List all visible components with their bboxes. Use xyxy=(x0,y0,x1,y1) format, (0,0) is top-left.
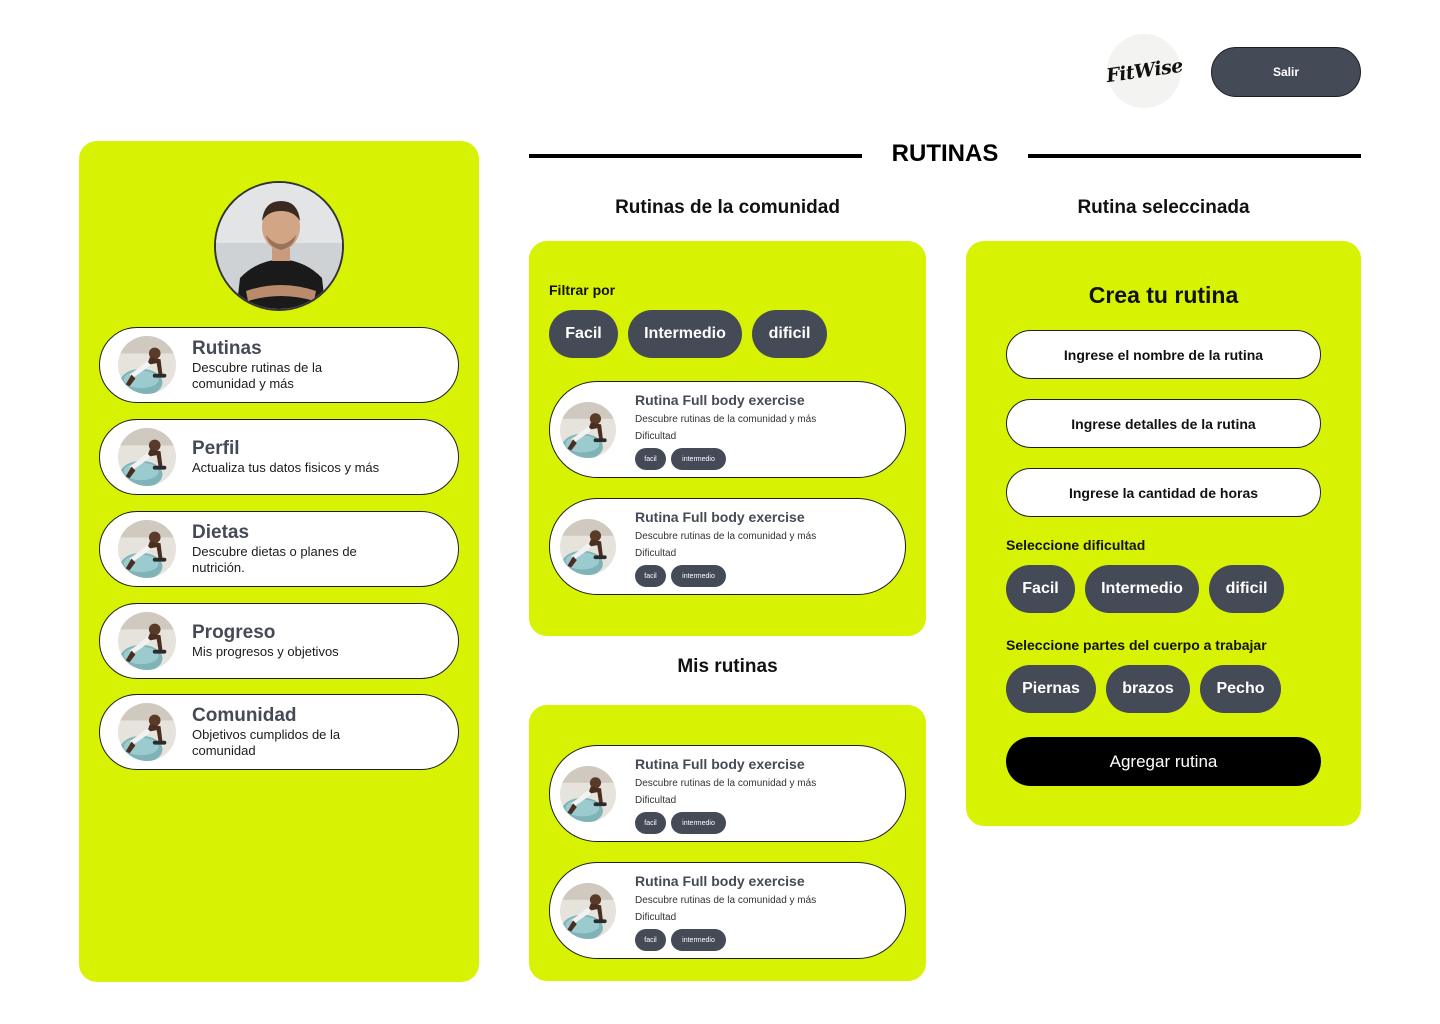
tag-intermedio[interactable]: intermedio xyxy=(671,929,726,951)
routine-difficulty-label: Dificultad xyxy=(635,548,677,559)
routine-title: Rutina Full body exercise xyxy=(635,756,805,772)
sidebar-item-desc: Descubre dietas o planes de nutrición. xyxy=(192,544,357,575)
selected-routine-title: Rutina seleccinada xyxy=(1077,197,1250,218)
workout-image xyxy=(118,336,176,394)
workout-image xyxy=(560,766,616,822)
filter-facil-chip[interactable]: Facil xyxy=(549,310,618,358)
routine-difficulty-label: Dificultad xyxy=(635,912,677,923)
workout-image xyxy=(118,703,176,761)
create-routine-heading: Crea tu rutina xyxy=(1088,282,1239,308)
routine-desc: Descubre rutinas de la comunidad y más xyxy=(635,895,817,906)
routine-desc: Descubre rutinas de la comunidad y más xyxy=(635,531,817,542)
sidebar-item-title: Rutinas xyxy=(192,338,262,359)
fitwise-logo[interactable]: FitWise xyxy=(1104,34,1184,108)
my-routines-title: Mis rutinas xyxy=(677,656,778,677)
sidebar-item-progreso[interactable]: Progreso Mis progresos y objetivos xyxy=(99,603,459,679)
exit-button[interactable]: Salir xyxy=(1211,47,1361,97)
routine-hours-field[interactable]: Ingrese la cantidad de horas xyxy=(1006,468,1321,517)
body-parts-label: Seleccione partes del cuerpo a trabajar xyxy=(1006,637,1267,653)
logo-text: FitWise xyxy=(1104,54,1184,88)
routine-card[interactable]: Rutina Full body exercise Descubre rutin… xyxy=(549,381,906,478)
tag-intermedio[interactable]: intermedio xyxy=(671,565,726,587)
routine-card[interactable]: Rutina Full body exercise Descubre rutin… xyxy=(549,862,906,959)
sidebar-item-desc: Mis progresos y objetivos xyxy=(192,644,339,659)
tag-intermedio[interactable]: intermedio xyxy=(671,448,726,470)
filter-dificil-chip[interactable]: dificil xyxy=(752,310,827,358)
tag-facil[interactable]: facil xyxy=(635,448,666,470)
filter-intermedio-chip[interactable]: Intermedio xyxy=(628,310,742,358)
difficulty-label: Seleccione dificultad xyxy=(1006,537,1146,553)
workout-image xyxy=(118,520,176,578)
page-title: RUTINAS xyxy=(891,140,999,167)
sidebar-item-desc: Objetivos cumplidos de la comunidad xyxy=(192,727,341,758)
sidebar-item-title: Perfil xyxy=(192,438,240,459)
difficulty-dificil-chip[interactable]: dificil xyxy=(1209,565,1284,613)
routine-desc: Descubre rutinas de la comunidad y más xyxy=(635,414,817,425)
body-part-piernas-chip[interactable]: Piernas xyxy=(1006,665,1096,713)
tag-facil[interactable]: facil xyxy=(635,565,666,587)
routine-title: Rutina Full body exercise xyxy=(635,509,805,525)
community-routines-title: Rutinas de la comunidad xyxy=(615,197,840,218)
filter-label: Filtrar por xyxy=(549,282,616,298)
routine-difficulty-label: Dificultad xyxy=(635,431,677,442)
difficulty-facil-chip[interactable]: Facil xyxy=(1006,565,1075,613)
body-part-brazos-chip[interactable]: brazos xyxy=(1106,665,1190,713)
sidebar-item-desc: Actualiza tus datos fisicos y más xyxy=(192,460,380,475)
routine-card[interactable]: Rutina Full body exercise Descubre rutin… xyxy=(549,745,906,842)
add-routine-button[interactable]: Agregar rutina xyxy=(1006,737,1321,786)
routine-card[interactable]: Rutina Full body exercise Descubre rutin… xyxy=(549,498,906,595)
workout-image xyxy=(560,402,616,458)
sidebar-item-title: Progreso xyxy=(192,622,276,643)
workout-image xyxy=(560,519,616,575)
title-divider-right xyxy=(1028,154,1361,158)
sidebar-item-perfil[interactable]: Perfil Actualiza tus datos fisicos y más xyxy=(99,419,459,495)
create-routine-panel: Crea tu rutina Ingrese el nombre de la r… xyxy=(966,241,1361,826)
body-part-pecho-chip[interactable]: Pecho xyxy=(1200,665,1281,713)
sidebar: Rutinas Descubre rutinas de la comunidad… xyxy=(79,141,479,982)
sidebar-item-rutinas[interactable]: Rutinas Descubre rutinas de la comunidad… xyxy=(99,327,459,403)
tag-intermedio[interactable]: intermedio xyxy=(671,812,726,834)
routine-title: Rutina Full body exercise xyxy=(635,392,805,408)
community-routines-panel: Filtrar por Facil Intermedio dificil Rut… xyxy=(529,241,926,636)
sidebar-item-comunidad[interactable]: Comunidad Objetivos cumplidos de la comu… xyxy=(99,694,459,770)
profile-avatar[interactable] xyxy=(214,181,344,311)
routine-title: Rutina Full body exercise xyxy=(635,873,805,889)
sidebar-item-title: Dietas xyxy=(192,522,250,543)
difficulty-intermedio-chip[interactable]: Intermedio xyxy=(1085,565,1199,613)
routine-desc: Descubre rutinas de la comunidad y más xyxy=(635,778,817,789)
workout-image xyxy=(560,883,616,939)
workout-image xyxy=(118,428,176,486)
sidebar-item-desc: Descubre rutinas de la comunidad y más xyxy=(192,360,323,391)
routine-name-field[interactable]: Ingrese el nombre de la rutina xyxy=(1006,330,1321,379)
routine-difficulty-label: Dificultad xyxy=(635,795,677,806)
workout-image xyxy=(118,612,176,670)
tag-facil[interactable]: facil xyxy=(635,812,666,834)
sidebar-item-title: Comunidad xyxy=(192,705,297,726)
tag-facil[interactable]: facil xyxy=(635,929,666,951)
title-divider-left xyxy=(529,154,862,158)
routine-details-field[interactable]: Ingrese detalles de la rutina xyxy=(1006,399,1321,448)
sidebar-item-dietas[interactable]: Dietas Descubre dietas o planes de nutri… xyxy=(99,511,459,587)
my-routines-panel: Rutina Full body exercise Descubre rutin… xyxy=(529,705,926,981)
